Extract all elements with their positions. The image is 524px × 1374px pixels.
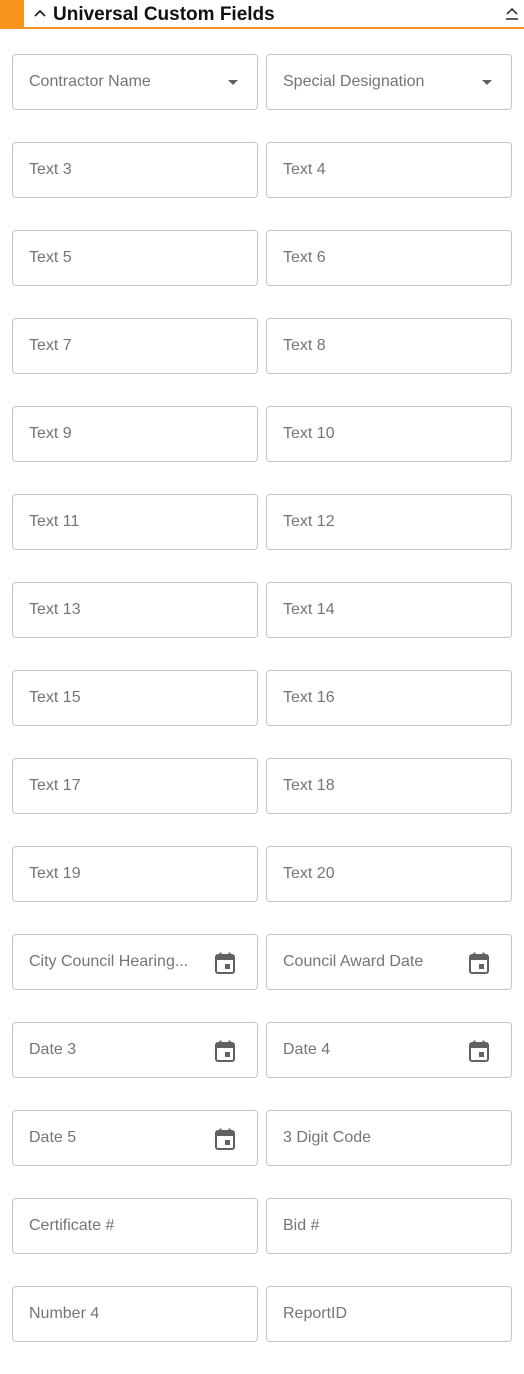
council-award-date-field[interactable]: Council Award Date xyxy=(266,934,512,990)
field-label: Date 5 xyxy=(29,1129,77,1146)
date-3-field[interactable]: Date 3 xyxy=(12,1022,258,1078)
text-3-field[interactable]: Text 3 xyxy=(12,142,258,198)
field-row: Number 4 ReportID xyxy=(12,1286,512,1342)
field-label: Text 8 xyxy=(283,337,326,354)
date-4-field[interactable]: Date 4 xyxy=(266,1022,512,1078)
collapse-arrow-icon[interactable] xyxy=(504,5,520,23)
text-9-field[interactable]: Text 9 xyxy=(12,406,258,462)
field-label: Date 3 xyxy=(29,1041,77,1058)
text-5-field[interactable]: Text 5 xyxy=(12,230,258,286)
field-row: Text 5 Text 6 xyxy=(12,230,512,286)
calendar-icon[interactable] xyxy=(469,952,489,974)
field-label: Text 18 xyxy=(283,777,335,794)
field-row: Text 11 Text 12 xyxy=(12,494,512,550)
field-label: Council Award Date xyxy=(283,953,424,970)
field-label: Text 15 xyxy=(29,689,81,706)
field-row: Contractor Name Special Designation xyxy=(12,54,512,110)
field-label: Text 16 xyxy=(283,689,335,706)
special-designation-select[interactable]: Special Designation xyxy=(266,54,512,110)
field-label: Contractor Name xyxy=(29,73,151,90)
field-label: Text 10 xyxy=(283,425,335,442)
field-label: City Council Hearing... xyxy=(29,953,189,970)
text-19-field[interactable]: Text 19 xyxy=(12,846,258,902)
text-11-field[interactable]: Text 11 xyxy=(12,494,258,550)
field-row: Text 17 Text 18 xyxy=(12,758,512,814)
calendar-icon[interactable] xyxy=(469,1040,489,1062)
bid-number-field[interactable]: Bid # xyxy=(266,1198,512,1254)
field-label: Text 19 xyxy=(29,865,81,882)
field-label: Text 17 xyxy=(29,777,81,794)
field-label: Text 20 xyxy=(283,865,335,882)
text-17-field[interactable]: Text 17 xyxy=(12,758,258,814)
field-label: Certificate # xyxy=(29,1217,115,1234)
text-7-field[interactable]: Text 7 xyxy=(12,318,258,374)
number-4-field[interactable]: Number 4 xyxy=(12,1286,258,1342)
dropdown-arrow-icon[interactable] xyxy=(228,80,238,85)
field-row: Text 13 Text 14 xyxy=(12,582,512,638)
field-row: Certificate # Bid # xyxy=(12,1198,512,1254)
text-13-field[interactable]: Text 13 xyxy=(12,582,258,638)
city-council-hearing-date-field[interactable]: City Council Hearing... xyxy=(12,934,258,990)
text-18-field[interactable]: Text 18 xyxy=(266,758,512,814)
field-label: Text 5 xyxy=(29,249,72,266)
field-label: Text 6 xyxy=(283,249,326,266)
custom-fields-grid: Contractor Name Special Designation Text… xyxy=(12,54,512,1374)
field-label: Text 4 xyxy=(283,161,326,178)
field-row: City Council Hearing... Council Award Da… xyxy=(12,934,512,990)
text-4-field[interactable]: Text 4 xyxy=(266,142,512,198)
text-6-field[interactable]: Text 6 xyxy=(266,230,512,286)
field-label: Text 14 xyxy=(283,601,335,618)
field-row: Text 9 Text 10 xyxy=(12,406,512,462)
calendar-icon[interactable] xyxy=(215,1040,235,1062)
field-row: Text 19 Text 20 xyxy=(12,846,512,902)
contractor-name-select[interactable]: Contractor Name xyxy=(12,54,258,110)
field-label: Special Designation xyxy=(283,73,425,90)
field-label: ReportID xyxy=(283,1305,348,1322)
field-label: Text 3 xyxy=(29,161,72,178)
text-16-field[interactable]: Text 16 xyxy=(266,670,512,726)
field-label: Number 4 xyxy=(29,1305,100,1322)
calendar-icon[interactable] xyxy=(215,952,235,974)
field-row: Date 3 Date 4 xyxy=(12,1022,512,1078)
text-10-field[interactable]: Text 10 xyxy=(266,406,512,462)
3-digit-code-field[interactable]: 3 Digit Code xyxy=(266,1110,512,1166)
dropdown-arrow-icon[interactable] xyxy=(482,80,492,85)
report-id-field[interactable]: ReportID xyxy=(266,1286,512,1342)
text-14-field[interactable]: Text 14 xyxy=(266,582,512,638)
text-12-field[interactable]: Text 12 xyxy=(266,494,512,550)
text-8-field[interactable]: Text 8 xyxy=(266,318,512,374)
field-label: Bid # xyxy=(283,1217,320,1234)
field-label: Text 12 xyxy=(283,513,335,530)
field-row: Text 3 Text 4 xyxy=(12,142,512,198)
field-label: Text 9 xyxy=(29,425,72,442)
field-row: Text 7 Text 8 xyxy=(12,318,512,374)
date-5-field[interactable]: Date 5 xyxy=(12,1110,258,1166)
field-row: Date 5 3 Digit Code xyxy=(12,1110,512,1166)
section-title: Universal Custom Fields xyxy=(53,4,275,25)
text-20-field[interactable]: Text 20 xyxy=(266,846,512,902)
section-header[interactable]: Universal Custom Fields xyxy=(0,0,524,29)
field-row: Text 15 Text 16 xyxy=(12,670,512,726)
field-label: Text 11 xyxy=(29,513,80,530)
certificate-number-field[interactable]: Certificate # xyxy=(12,1198,258,1254)
text-15-field[interactable]: Text 15 xyxy=(12,670,258,726)
calendar-icon[interactable] xyxy=(215,1128,235,1150)
chevron-up-icon[interactable] xyxy=(33,6,47,20)
field-label: 3 Digit Code xyxy=(283,1129,372,1146)
field-label: Text 13 xyxy=(29,601,81,618)
field-label: Date 4 xyxy=(283,1041,331,1058)
header-accent-bar xyxy=(0,0,24,29)
field-label: Text 7 xyxy=(29,337,72,354)
